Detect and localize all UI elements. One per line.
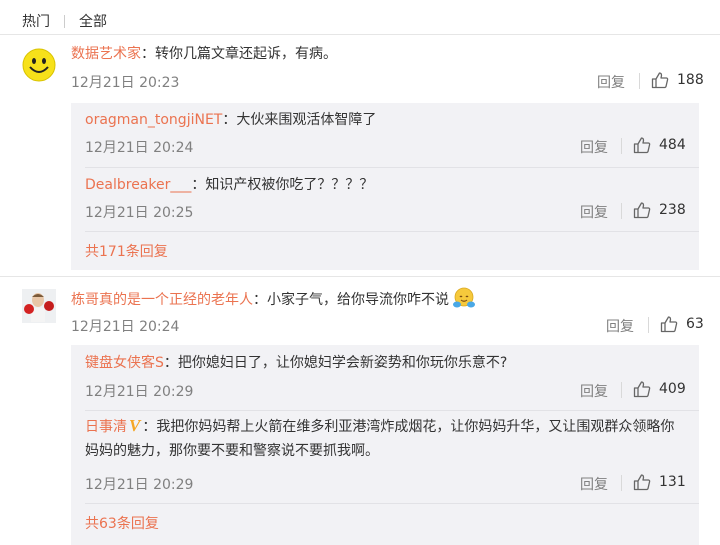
reply-text: oragman_tongjiNET：大伙来围观活体智障了 (85, 109, 376, 129)
verified-badge-icon: V (129, 416, 141, 435)
reply-username[interactable]: 日事清 (85, 419, 127, 435)
action-divider (621, 138, 622, 154)
reply-username[interactable]: 键盘女侠客S (85, 355, 164, 371)
reply-divider (85, 167, 699, 168)
like-button[interactable]: 238 (633, 201, 686, 219)
comment-username[interactable]: 栋哥真的是一个正经的老年人 (71, 292, 253, 308)
thumbs-up-icon (633, 474, 651, 491)
reply-body: ：我把你妈妈帮上火箭在维多利亚港湾炸成烟花，让你妈妈升华，又让围观群众领略你妈妈… (85, 419, 675, 459)
like-count: 484 (659, 137, 686, 153)
thumbs-up-icon (651, 72, 669, 89)
comment-body: ：小家子气，给你导流你咋不说 (253, 292, 449, 308)
action-divider (648, 317, 649, 333)
smiley-avatar[interactable] (22, 48, 56, 82)
reply-text: Dealbreaker___：知识产权被你吃了？？？？ (85, 174, 373, 194)
reply-divider (85, 503, 699, 504)
like-count: 131 (659, 474, 686, 490)
comment-username[interactable]: 数据艺术家 (71, 46, 141, 62)
reply-button[interactable]: 回复 (597, 72, 625, 92)
like-button[interactable]: 409 (633, 380, 686, 398)
reply-text: 键盘女侠客S：把你媳妇日了，让你媳妇学会新姿势和你玩你乐意不? (85, 352, 507, 372)
reply-text: 日事清 V ：我把你妈妈帮上火箭在维多利亚港湾炸成烟花，让你妈妈升华，又让围观群众领… (85, 414, 685, 463)
boxer-avatar[interactable] (22, 289, 56, 323)
tabs-divider (0, 34, 720, 35)
action-divider (621, 475, 622, 491)
reply-divider (85, 231, 699, 232)
reply-body: ：知识产权被你吃了？？？？ (191, 177, 374, 193)
like-count: 63 (686, 316, 704, 332)
action-divider (639, 73, 640, 89)
reply-body: ：大伙来围观活体智障了 (222, 112, 377, 128)
tab-all[interactable]: 全部 (79, 11, 107, 31)
like-button[interactable]: 188 (651, 71, 704, 89)
reply-divider (85, 410, 699, 411)
like-count: 238 (659, 202, 686, 218)
hug-emoji-icon (451, 286, 477, 314)
reply-button[interactable]: 回复 (580, 202, 608, 222)
comment-tabs: 热门 全部 (22, 11, 107, 31)
comment-divider (0, 276, 720, 277)
like-button[interactable]: 484 (633, 136, 686, 154)
reply-time: 12月21日 20:24 (85, 140, 194, 156)
comment-text: 数据艺术家：转你几篇文章还起诉，有病。 (71, 43, 337, 63)
comment-time: 12月21日 20:24 (71, 319, 180, 335)
like-count: 188 (677, 72, 704, 88)
more-replies-link[interactable]: 共63条回复 (85, 513, 159, 533)
reply-body: ：把你媳妇日了，让你媳妇学会新姿势和你玩你乐意不? (163, 355, 508, 371)
reply-time: 12月21日 20:29 (85, 384, 194, 400)
reply-username[interactable]: oragman_tongjiNET (85, 112, 222, 128)
reply-username[interactable]: Dealbreaker___ (85, 177, 191, 193)
comment-text: 栋哥真的是一个正经的老年人：小家子气，给你导流你咋不说 (71, 286, 477, 314)
like-count: 409 (659, 381, 686, 397)
like-button[interactable]: 131 (633, 473, 686, 491)
thumbs-up-icon (633, 137, 651, 154)
reply-button[interactable]: 回复 (580, 381, 608, 401)
comment-time: 12月21日 20:23 (71, 75, 180, 91)
reply-time: 12月21日 20:29 (85, 477, 194, 493)
action-divider (621, 382, 622, 398)
action-divider (621, 203, 622, 219)
reply-button[interactable]: 回复 (580, 137, 608, 157)
more-replies-link[interactable]: 共171条回复 (85, 241, 168, 261)
comment-body: ：转你几篇文章还起诉，有病。 (141, 46, 337, 62)
reply-button[interactable]: 回复 (606, 316, 634, 336)
tab-divider (64, 14, 65, 28)
reply-time: 12月21日 20:25 (85, 205, 194, 221)
thumbs-up-icon (633, 202, 651, 219)
reply-button[interactable]: 回复 (580, 474, 608, 494)
tab-hot[interactable]: 热门 (22, 11, 50, 31)
thumbs-up-icon (633, 381, 651, 398)
like-button[interactable]: 63 (660, 315, 704, 333)
thumbs-up-icon (660, 316, 678, 333)
